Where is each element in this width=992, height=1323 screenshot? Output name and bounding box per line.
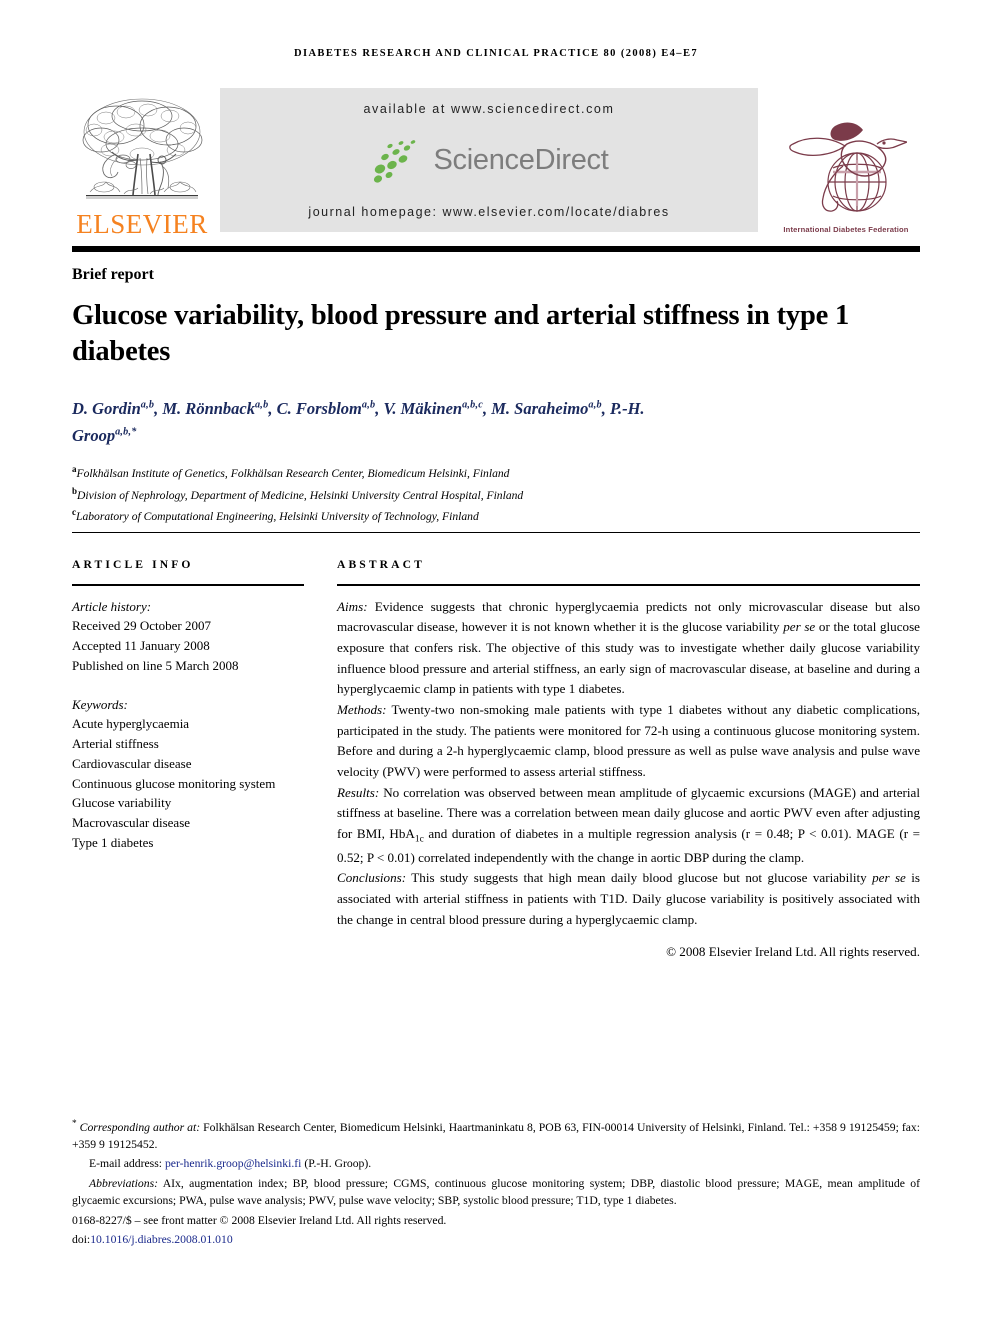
journal-article-page: Diabetes research and clinical practice … xyxy=(0,0,992,1323)
abstract-body: Aims: Evidence suggests that chronic hyp… xyxy=(337,597,920,931)
society-caption: International Diabetes Federation xyxy=(783,225,909,234)
article-type-label: Brief report xyxy=(72,266,154,283)
author-name: M. Rönnback xyxy=(162,399,255,418)
elsevier-tree-logo-icon xyxy=(82,98,203,199)
keyword-item[interactable]: Macrovascular disease xyxy=(72,813,304,833)
affiliation-mark: b xyxy=(72,485,78,496)
abbreviations-label: Abbreviations: xyxy=(89,1176,159,1190)
keyword-item[interactable]: Acute hyperglycaemia xyxy=(72,714,304,734)
article-history-label: Article history: xyxy=(72,598,152,614)
latin-phrase: per se xyxy=(872,870,906,886)
corresponding-author-marker: * xyxy=(72,1119,77,1129)
abstract-section-label: Conclusions: xyxy=(337,870,407,886)
affiliation-mark: c xyxy=(72,507,76,518)
author-affiliation-mark: a,b,c xyxy=(462,399,483,411)
abstract-section-divider xyxy=(72,532,920,534)
abstract-section-label: Results: xyxy=(337,784,380,800)
corresponding-author-label: Corresponding author at: xyxy=(79,1120,201,1134)
keyword-items: Acute hyperglycaemia Arterial stiffness Ca… xyxy=(72,714,304,852)
latin-phrase: per se xyxy=(783,619,816,635)
affiliation-mark: a xyxy=(72,464,77,474)
masthead-divider xyxy=(72,246,920,252)
running-head: Diabetes research and clinical practice … xyxy=(293,48,698,59)
affiliation-item: bDivision of Nephrology, Department of M… xyxy=(72,485,524,502)
email-address-link[interactable]: per-henrik.groop@helsinki.fi xyxy=(165,1157,301,1170)
author-name: D. Gordin xyxy=(72,399,141,418)
article-history: Article history: Received 29 October 200… xyxy=(72,597,304,676)
keyword-item[interactable]: Type 1 diabetes xyxy=(72,833,304,853)
footnote-block: * Corresponding author at: Folkhälsan Re… xyxy=(72,1118,920,1249)
affiliation-item: aFolkhälsan Institute of Genetics, Folkh… xyxy=(72,464,510,480)
abstract-column: Abstract Aims: Evidence suggests that ch… xyxy=(337,558,920,960)
society-logo: International Diabetes Federation xyxy=(772,88,920,238)
abstract-copyright: © 2008 Elsevier Ireland Ltd. All rights … xyxy=(666,944,920,960)
author-affiliation-mark: a,b,* xyxy=(115,426,137,438)
publisher-logo: ELSEVIER xyxy=(72,88,212,238)
abstract-section: Aims: Evidence suggests that chronic hyp… xyxy=(337,598,920,697)
journal-homepage-link[interactable]: journal homepage: www.elsevier.com/locat… xyxy=(308,205,669,219)
sciencedirect-logo[interactable]: ScienceDirect xyxy=(370,139,609,183)
keyword-item[interactable]: Cardiovascular disease xyxy=(72,754,304,774)
abstract-section: Conclusions: This study suggests that hi… xyxy=(337,870,920,927)
keyword-item[interactable]: Continuous glucose monitoring system xyxy=(72,774,304,794)
article-history-items: Received 29 October 2007 Accepted 11 Janu… xyxy=(72,616,304,675)
doi-label: doi: xyxy=(72,1232,91,1246)
abstract-rule xyxy=(337,584,920,586)
article-info-heading: Article info xyxy=(72,558,194,571)
page-title: Glucose variability, blood pressure and … xyxy=(72,300,850,367)
author-affiliation-mark: a,b xyxy=(140,399,155,411)
abstract-section: Methods: Twenty-two non-smoking male pat… xyxy=(337,701,920,779)
keyword-item[interactable]: Glucose variability xyxy=(72,793,304,813)
author-affiliation-mark: a,b xyxy=(588,399,602,411)
article-history-item: Published on line 5 March 2008 xyxy=(72,657,239,673)
email-note: E-mail address: per-henrik.groop@helsink… xyxy=(89,1156,372,1170)
author-name: V. Mäkinen xyxy=(383,399,463,418)
doi-note[interactable]: doi:10.1016/j.diabres.2008.01.010 xyxy=(72,1231,920,1248)
corresponding-author-note: * Corresponding author at: Folkhälsan Re… xyxy=(72,1119,920,1152)
author-name: M. Saraheimo xyxy=(491,399,589,418)
sciencedirect-banner[interactable]: available at www.sciencedirect.com Scien… xyxy=(220,88,758,232)
keyword-item[interactable]: Arterial stiffness xyxy=(72,734,304,754)
keywords-label: Keywords: xyxy=(72,696,128,712)
sciencedirect-wordmark: ScienceDirect xyxy=(433,144,609,176)
abbreviations-note: Abbreviations: AIx, augmentation index; … xyxy=(72,1176,920,1208)
author-name: C. Forsblom xyxy=(276,399,362,418)
abstract-heading: Abstract xyxy=(337,558,425,571)
abstract-section-label: Aims: xyxy=(337,598,368,614)
affiliation-list: aFolkhälsan Institute of Genetics, Folkh… xyxy=(72,462,732,527)
article-history-item: Accepted 11 January 2008 xyxy=(72,638,210,653)
abstract-section: Results: No correlation was observed bet… xyxy=(337,784,921,865)
author-affiliation-mark: a,b xyxy=(361,399,376,411)
masthead: ELSEVIER available at www.sciencedirect.… xyxy=(72,88,920,238)
article-history-item: Received 29 October 2007 xyxy=(72,618,211,634)
keywords: Keywords: Acute hyperglycaemia Arterial s… xyxy=(72,695,304,853)
front-matter-note: 0168-8227/$ – see front matter © 2008 El… xyxy=(72,1214,447,1228)
doi-value-link[interactable]: 10.1016/j.diabres.2008.01.010 xyxy=(90,1233,233,1246)
abstract-section-label: Methods: xyxy=(337,701,387,717)
sciencedirect-leaf-dots-icon xyxy=(373,139,415,183)
hba1c-subscript: 1c xyxy=(414,834,424,845)
available-at-text: available at www.sciencedirect.com xyxy=(363,102,615,116)
author-affiliation-mark: a,b xyxy=(255,399,269,411)
article-info-column: Article info Article history: Received 2… xyxy=(72,558,304,872)
article-info-rule xyxy=(72,584,304,586)
affiliation-item: cLaboratory of Computational Engineering… xyxy=(72,507,479,524)
email-label: E-mail address: xyxy=(89,1156,165,1170)
author-list: D. Gordina,b, M. Rönnbacka,b, C. Forsblo… xyxy=(72,399,645,445)
idf-hummingbird-globe-icon xyxy=(789,122,907,212)
publisher-wordmark: ELSEVIER xyxy=(76,209,208,239)
